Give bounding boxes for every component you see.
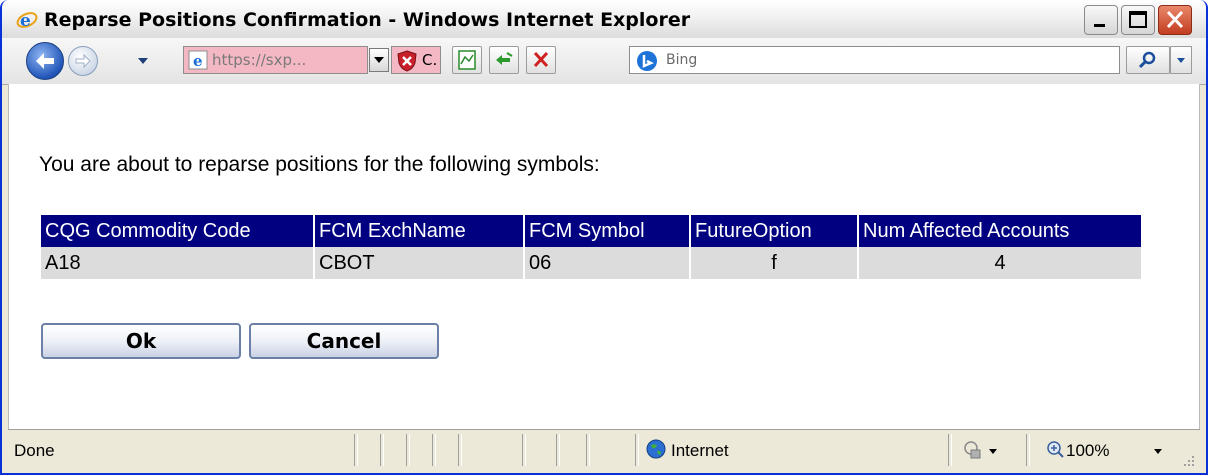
status-divider [635, 434, 639, 466]
refresh-icon [496, 52, 513, 65]
compatibility-icon [458, 50, 476, 70]
column-header: FCM Symbol [524, 215, 691, 247]
table-cell: 4 [858, 247, 1141, 279]
table-row: A18 CBOT 06 f 4 [41, 247, 1141, 279]
stop-button[interactable] [526, 46, 556, 74]
status-divider [406, 434, 410, 466]
zoom-level[interactable]: 100% [1066, 441, 1109, 461]
search-box[interactable]: Bing [629, 46, 1120, 74]
refresh-button[interactable] [489, 46, 519, 74]
stop-icon [533, 51, 549, 68]
shield-error-icon [397, 50, 417, 72]
confirmation-message: You are about to reparse positions for t… [39, 153, 600, 176]
globe-icon [646, 439, 666, 459]
table-cell: CBOT [314, 247, 525, 279]
status-bar: Done Internet 100% [8, 429, 1200, 471]
status-divider [556, 434, 560, 466]
chevron-down-icon[interactable] [1153, 447, 1163, 455]
navigation-bar: e https://sxp... C. Bing [2, 38, 1206, 85]
compatibility-view-button[interactable] [452, 46, 482, 74]
browser-window: e Reparse Positions Confirmation - Windo… [0, 0, 1208, 475]
svg-text:e: e [20, 11, 31, 30]
back-arrow-icon [36, 53, 54, 69]
table-cell: A18 [41, 247, 315, 279]
ok-button[interactable]: Ok [41, 323, 241, 359]
maximize-icon [1129, 11, 1147, 28]
address-dropdown-button[interactable] [369, 48, 389, 72]
svg-text:e: e [193, 52, 203, 70]
column-header: Num Affected Accounts [858, 215, 1141, 247]
forward-button[interactable] [68, 46, 98, 76]
status-divider [522, 434, 526, 466]
forward-arrow-icon [75, 53, 91, 69]
close-icon [1166, 10, 1184, 29]
status-divider [380, 434, 384, 466]
back-button[interactable] [26, 42, 64, 80]
status-divider [586, 434, 590, 466]
certificate-error-button[interactable]: C. [391, 46, 441, 74]
status-divider [354, 434, 358, 466]
protected-mode-icon[interactable] [963, 440, 981, 460]
address-text: https://sxp... [212, 51, 307, 69]
zoom-icon[interactable] [1045, 439, 1065, 459]
status-divider [948, 434, 952, 466]
status-divider [458, 434, 462, 466]
table-cell: f [690, 247, 859, 279]
resize-grip-icon[interactable] [1180, 452, 1196, 468]
table-cell: 06 [524, 247, 691, 279]
search-button[interactable] [1126, 46, 1170, 74]
status-text: Done [14, 441, 55, 460]
certificate-text: C. [422, 51, 438, 69]
cancel-button[interactable]: Cancel [249, 323, 439, 359]
minimize-button[interactable] [1084, 5, 1118, 35]
page-content: You are about to reparse positions for t… [8, 84, 1200, 429]
ie-logo-icon: e [16, 11, 38, 30]
chevron-down-icon[interactable] [988, 447, 998, 455]
column-header: FutureOption [690, 215, 859, 247]
maximize-button[interactable] [1121, 5, 1155, 35]
search-placeholder: Bing [666, 52, 698, 68]
search-icon [1138, 51, 1156, 69]
recent-pages-dropdown-icon[interactable] [136, 55, 150, 67]
minimize-icon [1094, 24, 1105, 27]
status-divider [1026, 434, 1030, 466]
address-bar[interactable]: e https://sxp... [183, 46, 368, 74]
security-zone-text: Internet [671, 441, 729, 460]
chevron-down-icon [1177, 58, 1185, 63]
table-header-row: CQG Commodity Code FCM ExchName FCM Symb… [41, 215, 1141, 247]
column-header: CQG Commodity Code [41, 215, 315, 247]
bing-logo-icon [637, 51, 657, 71]
chevron-down-icon [374, 57, 384, 63]
column-header: FCM ExchName [314, 215, 525, 247]
title-bar: e Reparse Positions Confirmation - Windo… [2, 0, 1206, 39]
close-button[interactable] [1158, 5, 1192, 35]
search-options-dropdown[interactable] [1170, 46, 1192, 74]
window-title: Reparse Positions Confirmation - Windows… [44, 9, 691, 31]
status-divider [432, 434, 436, 466]
symbols-table: CQG Commodity Code FCM ExchName FCM Symb… [41, 215, 1141, 279]
page-icon: e [188, 50, 208, 70]
